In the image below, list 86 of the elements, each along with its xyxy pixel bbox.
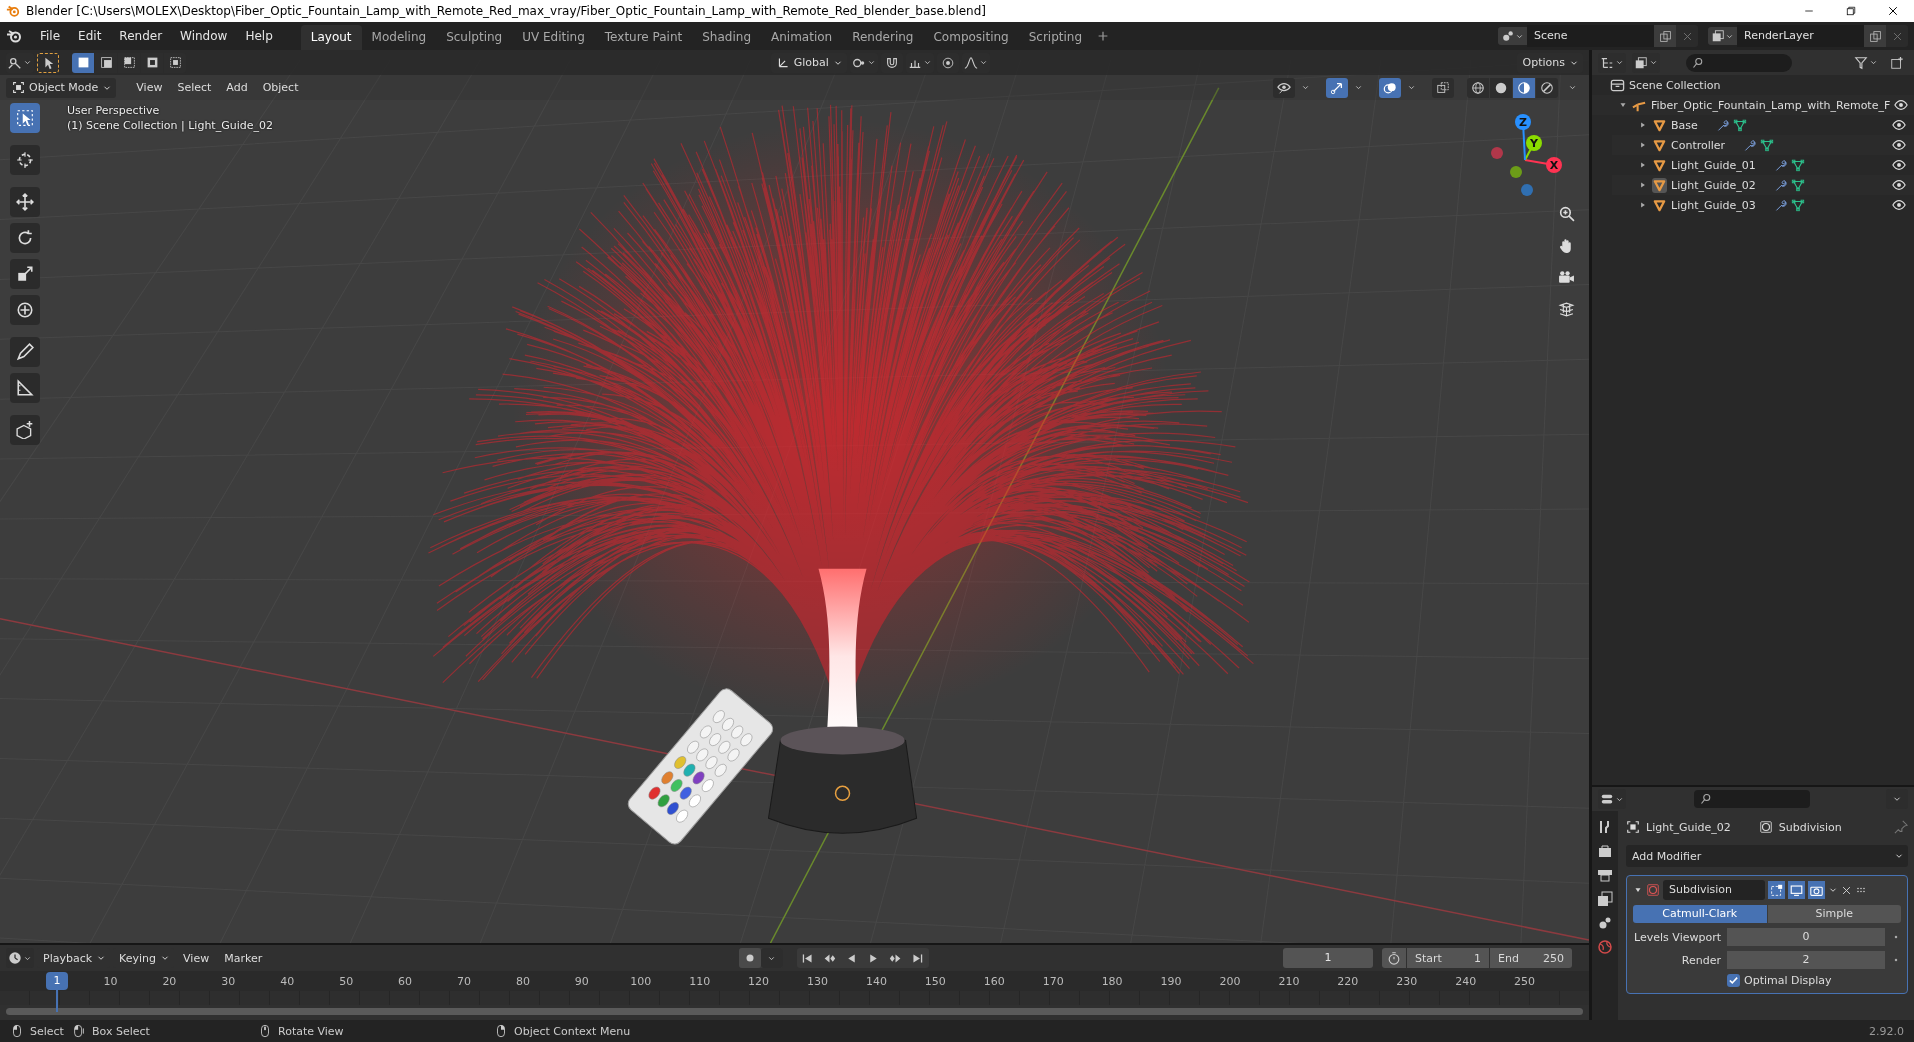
frame-number: 190 (1159, 974, 1183, 988)
view-layer-field[interactable]: RenderLayer (1737, 25, 1864, 47)
frame-number: 170 (1041, 974, 1065, 988)
menu-item[interactable]: Edit (70, 26, 110, 46)
field-value: 1 (1474, 951, 1481, 965)
frame-number: 20 (161, 974, 178, 988)
status-hint: Box Select (92, 1024, 150, 1038)
scene-name-field[interactable]: Scene (1527, 25, 1654, 47)
outliner-item[interactable]: Controller (1671, 138, 1726, 152)
axis-handle[interactable]: Z (1515, 114, 1531, 130)
status-hint: Select (30, 1024, 64, 1038)
window-title: Blender [C:\Users\MOLEX\Desktop\Fiber_Optic_Fountain_Lamp_with_Remote_Red_max_vray/Fiber_Optic_Fountain_Lamp_with_Remote_Red_blender_base.blend] (25, 4, 988, 18)
menu-item[interactable]: Select (171, 79, 218, 96)
workspace-tab[interactable]: Animation (761, 25, 843, 50)
frame-number: 60 (397, 974, 414, 988)
modifier-name: Subdivision (1778, 820, 1842, 834)
menu-item[interactable]: File (32, 26, 69, 46)
viewport-info-text: User Perspective (67, 104, 161, 117)
workspace-tab[interactable]: Texture Paint (594, 25, 693, 50)
workspace-tab[interactable]: Rendering (842, 25, 924, 50)
frame-number: 220 (1336, 974, 1360, 988)
frame-number: 40 (279, 974, 296, 988)
end-frame-field[interactable]: End 250 (1490, 948, 1572, 968)
field-label: Start (1415, 951, 1442, 965)
workspace-tab[interactable]: Scripting (1018, 25, 1093, 50)
menu-item[interactable]: View (177, 949, 216, 967)
outliner-item[interactable]: Base (1671, 118, 1698, 132)
object-name: Light_Guide_02 (1646, 820, 1731, 834)
workspace-tab[interactable]: Layout (300, 25, 362, 50)
outliner-item[interactable]: Light_Guide_01 (1671, 158, 1756, 172)
axis-handle[interactable]: Y (1526, 135, 1542, 151)
menu-item[interactable]: Render (111, 26, 171, 46)
menu-item[interactable]: Marker (218, 949, 269, 967)
menu-item[interactable]: View (130, 79, 169, 96)
outliner-item[interactable]: Scene Collection (1629, 78, 1721, 92)
mode-dropdown[interactable]: Object Mode (6, 77, 117, 98)
frame-number: 140 (864, 974, 888, 988)
subdivision-type-tab[interactable]: Catmull-Clark (1633, 905, 1767, 923)
add-modifier-dropdown[interactable]: Add Modifier (1626, 845, 1908, 867)
frame-number: 180 (1100, 974, 1124, 988)
frame-number: 80 (514, 974, 531, 988)
frame-number: 130 (806, 974, 829, 988)
number-field[interactable]: 2 (1727, 951, 1885, 969)
frame-number: 150 (923, 974, 947, 988)
frame-number: 50 (338, 974, 355, 988)
subdivision-type-tab[interactable]: Simple (1767, 905, 1901, 923)
frame-number: 250 (1513, 974, 1537, 988)
workspace-tab[interactable]: Sculpting (436, 25, 513, 50)
current-frame-field[interactable]: 1 (1283, 948, 1373, 968)
status-hint: Object Context Menu (514, 1024, 631, 1038)
frame-number: 10 (102, 974, 119, 988)
frame-number: 160 (982, 974, 1006, 988)
playhead-marker[interactable]: 1 (46, 972, 68, 990)
checkbox-label: Optimal Display (1744, 974, 1832, 987)
menu-item[interactable]: Object (256, 79, 305, 96)
menu-item[interactable]: Window (172, 26, 236, 46)
outliner-item[interactable]: Light_Guide_03 (1671, 198, 1756, 212)
modifier-name-field[interactable]: Subdivision (1663, 880, 1765, 900)
frame-number: 70 (456, 974, 472, 988)
frame-number: 240 (1454, 974, 1478, 988)
frame-number: 30 (220, 974, 237, 988)
status-hint: Rotate View (278, 1024, 344, 1038)
workspace-tab[interactable]: Compositing (923, 25, 1019, 50)
frame-number: 200 (1218, 974, 1242, 988)
field-label: End (1498, 951, 1519, 965)
version-label: 2.92.0 (1869, 1024, 1904, 1038)
field-label: Render (1680, 953, 1721, 967)
frame-number: 120 (747, 974, 771, 988)
workspace-tab[interactable]: Modeling (361, 25, 437, 50)
menu-item[interactable]: Help (237, 26, 281, 46)
frame-number: 210 (1277, 974, 1301, 988)
outliner-item[interactable]: Fiber_Optic_Fountain_Lamp_with_Remote_F (1651, 98, 1891, 112)
frame-number: 230 (1395, 974, 1419, 988)
frame-number: 90 (573, 974, 590, 988)
frame-number: 110 (688, 974, 712, 988)
field-label: Levels Viewport (1633, 930, 1721, 944)
workspace-tab[interactable]: Shading (692, 25, 761, 50)
workspace-tab[interactable]: UV Editing (512, 25, 595, 50)
field-value: 250 (1543, 951, 1564, 965)
number-field[interactable]: 0 (1727, 928, 1885, 946)
axis-handle[interactable]: X (1546, 157, 1562, 173)
menu-item[interactable]: Add (220, 79, 254, 96)
outliner-item[interactable]: Light_Guide_02 (1671, 178, 1756, 192)
viewport-info-text: (1) Scene Collection | Light_Guide_02 (67, 119, 273, 132)
frame-number: 100 (629, 974, 653, 988)
start-frame-field[interactable]: Start 1 (1407, 948, 1489, 968)
